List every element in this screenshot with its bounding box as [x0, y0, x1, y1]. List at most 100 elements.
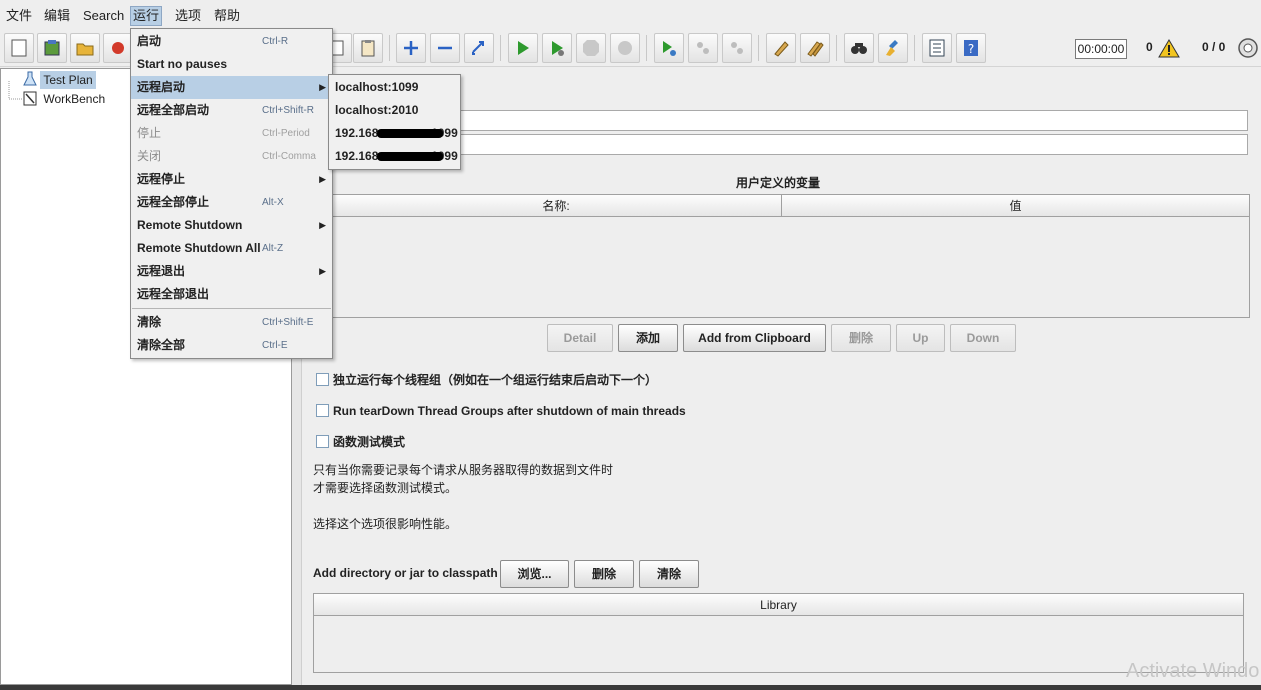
tree-connector [8, 81, 23, 100]
open-icon[interactable] [70, 33, 100, 63]
redaction-mark [377, 152, 443, 161]
menu-edit[interactable]: 编辑 [42, 6, 72, 26]
workbench-icon [23, 91, 37, 106]
menu-options[interactable]: 选项 [173, 6, 203, 26]
clear-all-icon[interactable] [800, 33, 830, 63]
comments-field[interactable] [330, 134, 1248, 155]
library-table[interactable]: Library [313, 593, 1244, 673]
menu-separator [132, 308, 331, 309]
thread-ratio: 0 / 0 [1202, 40, 1226, 54]
checkbox-label: 函数测试模式 [333, 435, 406, 449]
reset-search-icon[interactable] [878, 33, 908, 63]
functional-mode-note-1: 只有当你需要记录每个请求从服务器取得的数据到文件时 [313, 463, 614, 477]
checkbox-box[interactable] [316, 435, 329, 448]
menu-item-clear[interactable]: 清除 Ctrl+Shift-E [131, 311, 332, 334]
elapsed-timer: 00:00:00 [1075, 39, 1127, 59]
menu-file[interactable]: 文件 [4, 6, 34, 26]
checkbox-label: Run tearDown Thread Groups after shutdow… [333, 404, 686, 418]
tree-item-workbench[interactable]: WorkBench [23, 90, 108, 108]
host-prefix: 192.168 [335, 126, 379, 140]
variables-table[interactable]: 名称: 值 [330, 194, 1250, 318]
svg-text:?: ? [968, 42, 974, 56]
checkbox-box[interactable] [316, 404, 329, 417]
menu-run[interactable]: 运行 [130, 6, 163, 26]
shutdown-icon[interactable] [610, 33, 640, 63]
column-header-library[interactable]: Library [314, 594, 1243, 616]
tree-item-test-plan[interactable]: Test Plan [23, 71, 96, 89]
menu-item-stop[interactable]: 停止 Ctrl-Period [131, 122, 332, 145]
tree-label: Test Plan [40, 71, 96, 89]
variables-title: 用户定义的变量 [736, 176, 821, 190]
paste-icon[interactable] [353, 33, 383, 63]
menu-item-remote-stop[interactable]: 远程停止 ▶ [131, 168, 332, 191]
submenu-arrow-icon: ▶ [319, 174, 326, 184]
remote-status-icon[interactable] [1237, 37, 1259, 59]
host-prefix: 192.168 [335, 149, 379, 163]
toggle-icon[interactable] [464, 33, 494, 63]
collapse-icon[interactable] [430, 33, 460, 63]
templates-icon[interactable] [37, 33, 67, 63]
serialize-threadgroups-checkbox[interactable]: 独立运行每个线程组（例如在一个组运行结束后启动下一个） [316, 371, 657, 389]
menu-item-remote-exit[interactable]: 远程退出 ▶ [131, 260, 332, 283]
stop-icon[interactable] [576, 33, 606, 63]
close-icon[interactable] [103, 33, 133, 63]
activation-watermark: Activate Windo [1126, 660, 1260, 682]
submenu-arrow-icon: ▶ [319, 82, 326, 92]
checkbox-label: 独立运行每个线程组（例如在一个组运行结束后启动下一个） [333, 373, 658, 387]
remote-host-item[interactable]: localhost:1099 [329, 76, 460, 99]
browse-button[interactable]: 浏览... [500, 560, 569, 588]
menu-search[interactable]: Search [81, 6, 126, 26]
detail-button[interactable]: Detail [547, 324, 613, 352]
tree-label: WorkBench [43, 92, 106, 106]
expand-icon[interactable] [396, 33, 426, 63]
classpath-clear-button[interactable]: 清除 [639, 560, 699, 588]
teardown-checkbox[interactable]: Run tearDown Thread Groups after shutdow… [316, 402, 686, 420]
functional-mode-note-2: 才需要选择函数测试模式。 [313, 481, 458, 495]
functional-mode-checkbox[interactable]: 函数测试模式 [316, 433, 405, 451]
menu-bar: 文件 编辑 Search 运行 选项 帮助 [0, 0, 1261, 31]
warning-icon[interactable] [1158, 38, 1180, 58]
new-icon[interactable] [4, 33, 34, 63]
menu-item-clear-all[interactable]: 清除全部 Ctrl-E [131, 334, 332, 357]
up-button[interactable]: Up [896, 324, 945, 352]
menu-item-remote-start[interactable]: 远程启动 ▶ [131, 76, 332, 99]
column-header-value[interactable]: 值 [782, 195, 1249, 217]
add-button[interactable]: 添加 [618, 324, 678, 352]
search-icon[interactable] [844, 33, 874, 63]
menu-item-remote-start-all[interactable]: 远程全部启动 Ctrl+Shift-R [131, 99, 332, 122]
submenu-arrow-icon: ▶ [319, 220, 326, 230]
name-field[interactable] [330, 110, 1248, 131]
remote-stop-all-icon[interactable] [688, 33, 718, 63]
remote-start-submenu: localhost:1099 localhost:2010 192.168 10… [328, 74, 461, 170]
remote-start-all-icon[interactable] [654, 33, 684, 63]
menu-item-remote-exit-all[interactable]: 远程全部退出 [131, 283, 332, 306]
menu-help[interactable]: 帮助 [212, 6, 242, 26]
checkbox-box[interactable] [316, 373, 329, 386]
run-menu-dropdown: 启动 Ctrl-R Start no pauses 远程启动 ▶ 远程全部启动 Ctr… [130, 28, 333, 359]
column-header-name[interactable]: 名称: [331, 195, 782, 217]
function-helper-icon[interactable] [922, 33, 952, 63]
remote-host-item[interactable]: localhost:2010 [329, 99, 460, 122]
redaction-mark [377, 129, 443, 138]
performance-note: 选择这个选项很影响性能。 [313, 517, 458, 531]
menu-item-shutdown[interactable]: 关闭 Ctrl-Comma [131, 145, 332, 168]
menu-item-start-no-pauses[interactable]: Start no pauses [131, 53, 332, 76]
classpath-label: Add directory or jar to classpath [313, 566, 498, 580]
active-threads-count: 0 [1146, 40, 1153, 54]
menu-item-start[interactable]: 启动 Ctrl-R [131, 30, 332, 53]
flask-icon [23, 71, 37, 86]
start-icon[interactable] [508, 33, 538, 63]
taskbar-strip [0, 685, 1261, 690]
clear-icon[interactable] [766, 33, 796, 63]
delete-button[interactable]: 删除 [831, 324, 891, 352]
help-icon[interactable]: ? [956, 33, 986, 63]
down-button[interactable]: Down [950, 324, 1016, 352]
menu-item-remote-stop-all[interactable]: 远程全部停止 Alt-X [131, 191, 332, 214]
add-from-clipboard-button[interactable]: Add from Clipboard [683, 324, 826, 352]
submenu-arrow-icon: ▶ [319, 266, 326, 276]
classpath-delete-button[interactable]: 删除 [574, 560, 634, 588]
start-no-pauses-icon[interactable] [542, 33, 572, 63]
menu-item-remote-shutdown-all[interactable]: Remote Shutdown All Alt-Z [131, 237, 332, 260]
remote-shutdown-all-icon[interactable] [722, 33, 752, 63]
menu-item-remote-shutdown[interactable]: Remote Shutdown ▶ [131, 214, 332, 237]
